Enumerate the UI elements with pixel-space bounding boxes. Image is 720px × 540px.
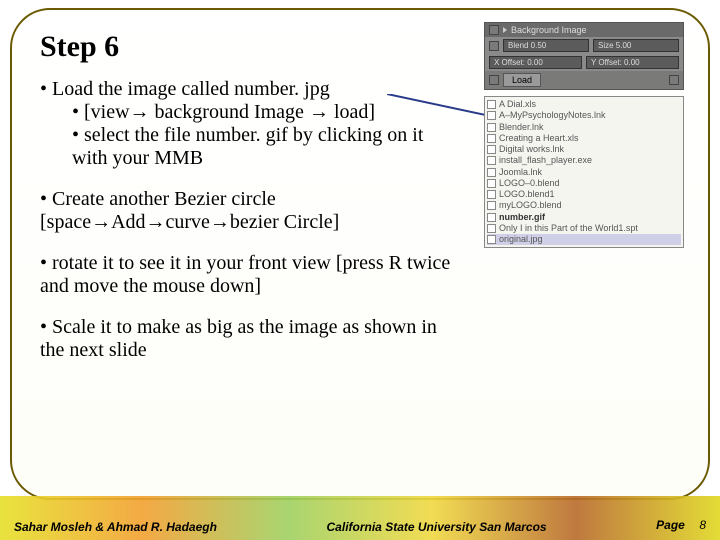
sidebar: Background Image Blend 0.50 Size 5.00 X … bbox=[484, 22, 684, 248]
file-icon bbox=[487, 156, 496, 165]
footer-page-number: 8 bbox=[699, 518, 706, 532]
slide-body: Load the image called number. jpg [view→… bbox=[40, 78, 460, 362]
file-list: A Dial.xls A–MyPsychologyNotes.lnk Blend… bbox=[484, 96, 684, 248]
file-icon bbox=[487, 201, 496, 210]
file-icon bbox=[487, 224, 496, 233]
folder-icon[interactable] bbox=[489, 75, 499, 85]
list-item-selected[interactable]: original.jpg bbox=[487, 234, 681, 245]
xoffset-field[interactable]: X Offset: 0.00 bbox=[489, 56, 582, 69]
slide: Step 6 Load the image called number. jpg… bbox=[0, 0, 720, 540]
file-icon bbox=[487, 213, 496, 222]
bullet-rotate: rotate it to see it in your front view [… bbox=[40, 252, 460, 298]
list-item[interactable]: Creating a Heart.xls bbox=[487, 133, 681, 144]
list-item[interactable]: LOGO–0.blend bbox=[487, 178, 681, 189]
list-item[interactable]: LOGO.blend1 bbox=[487, 189, 681, 200]
file-name: Joomla.lnk bbox=[499, 167, 542, 178]
file-name: install_flash_player.exe bbox=[499, 155, 592, 166]
yoffset-field[interactable]: Y Offset: 0.00 bbox=[586, 56, 679, 69]
bullet-scale: Scale it to make as big as the image as … bbox=[40, 316, 460, 362]
file-icon bbox=[487, 111, 496, 120]
yoffset-label: Y Offset: 0.00 bbox=[591, 58, 640, 67]
file-name: Digital works.lnk bbox=[499, 144, 564, 155]
list-item-number[interactable]: number.gif bbox=[487, 212, 681, 223]
list-item[interactable]: install_flash_player.exe bbox=[487, 155, 681, 166]
file-name: Blender.lnk bbox=[499, 122, 544, 133]
panel-header: Background Image bbox=[485, 23, 683, 37]
blend-field[interactable]: Blend 0.50 bbox=[503, 39, 589, 52]
xoffset-label: X Offset: 0.00 bbox=[494, 58, 543, 67]
list-item[interactable]: myLOGO.blend bbox=[487, 200, 681, 211]
slide-frame: Step 6 Load the image called number. jpg… bbox=[10, 8, 710, 500]
load-button[interactable]: Load bbox=[503, 73, 541, 87]
file-name: original.jpg bbox=[499, 234, 543, 245]
footer-authors: Sahar Mosleh & Ahmad R. Hadaegh bbox=[14, 520, 217, 534]
size-label: Size 5.00 bbox=[598, 41, 631, 50]
list-item[interactable]: Joomla.lnk bbox=[487, 167, 681, 178]
subbullet-view-load: [view→ background Image → load] bbox=[72, 101, 460, 124]
file-icon bbox=[487, 168, 496, 177]
file-icon bbox=[487, 123, 496, 132]
file-name: Only I in this Part of the World1.spt bbox=[499, 223, 638, 234]
file-icon bbox=[487, 145, 496, 154]
list-item[interactable]: A–MyPsychologyNotes.lnk bbox=[487, 110, 681, 121]
bullet-text: Load the image called number. jpg bbox=[52, 78, 330, 100]
size-field[interactable]: Size 5.00 bbox=[593, 39, 679, 52]
footer-university: California State University San Marcos bbox=[327, 520, 547, 534]
bg-image-panel: Background Image Blend 0.50 Size 5.00 X … bbox=[484, 22, 684, 90]
file-icon bbox=[487, 235, 496, 244]
subbullet-select-file: select the file number. gif by clicking … bbox=[72, 124, 460, 170]
file-name: Creating a Heart.xls bbox=[499, 133, 579, 144]
file-name: LOGO–0.blend bbox=[499, 178, 560, 189]
tri-icon bbox=[503, 27, 507, 33]
blend-label: Blend 0.50 bbox=[508, 41, 546, 50]
list-item[interactable]: Digital works.lnk bbox=[487, 144, 681, 155]
file-icon bbox=[487, 134, 496, 143]
file-icon bbox=[487, 100, 496, 109]
list-item[interactable]: Blender.lnk bbox=[487, 122, 681, 133]
file-name: A Dial.xls bbox=[499, 99, 536, 110]
footer-page: Page 8 bbox=[656, 516, 706, 534]
list-item[interactable]: A Dial.xls bbox=[487, 99, 681, 110]
image-link-icon[interactable] bbox=[489, 41, 499, 51]
file-name: number.gif bbox=[499, 212, 545, 223]
list-item[interactable]: Only I in this Part of the World1.spt bbox=[487, 223, 681, 234]
bullet-load-image: Load the image called number. jpg [view→… bbox=[40, 78, 460, 170]
footer: Sahar Mosleh & Ahmad R. Hadaegh Californ… bbox=[0, 516, 720, 534]
file-icon bbox=[487, 179, 496, 188]
close-icon[interactable] bbox=[489, 25, 499, 35]
x-icon[interactable] bbox=[669, 75, 679, 85]
bullet-bezier: Create another Bezier circle [space→Add→… bbox=[40, 188, 460, 234]
file-icon bbox=[487, 190, 496, 199]
footer-page-label: Page bbox=[656, 518, 685, 532]
file-name: A–MyPsychologyNotes.lnk bbox=[499, 110, 606, 121]
file-name: myLOGO.blend bbox=[499, 200, 562, 211]
panel-title: Background Image bbox=[511, 25, 587, 35]
file-name: LOGO.blend1 bbox=[499, 189, 555, 200]
